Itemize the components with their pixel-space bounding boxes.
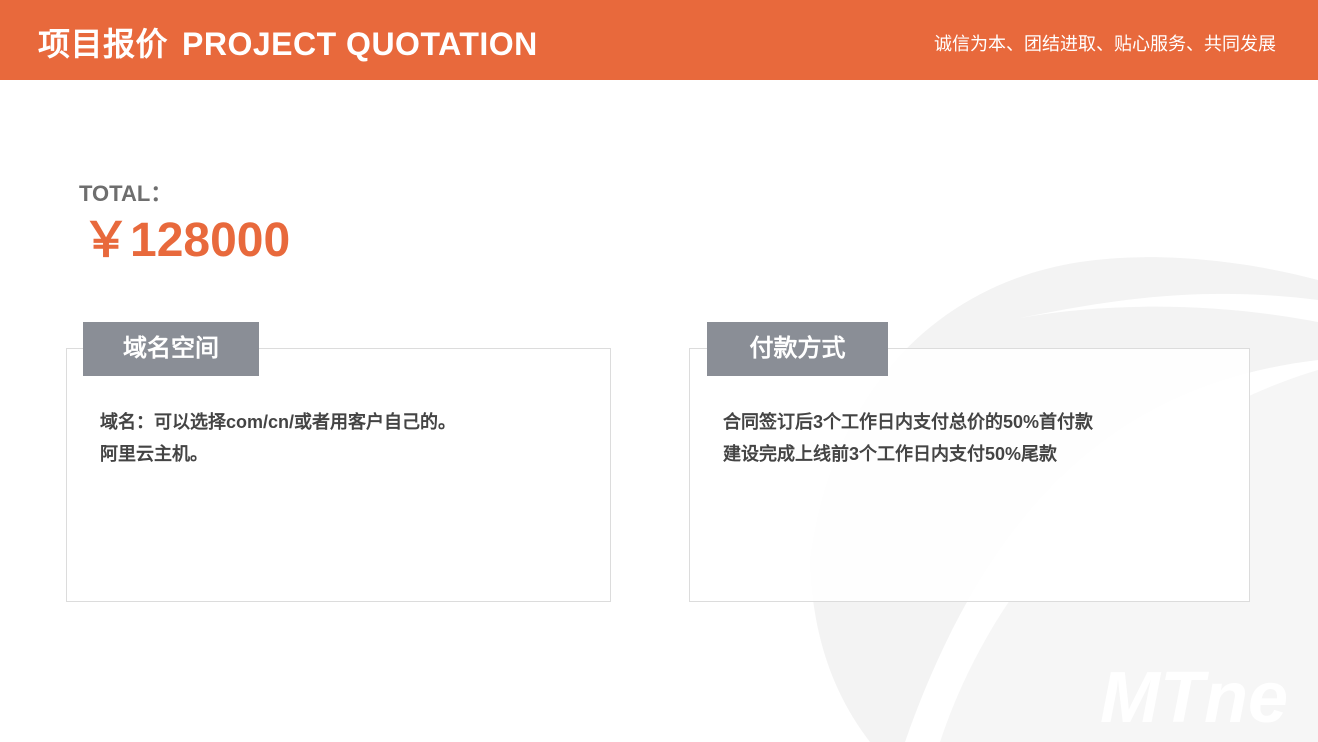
domain-card-tab: 域名空间 — [83, 322, 259, 376]
payment-card-line: 建设完成上线前3个工作日内支付50%尾款 — [723, 444, 1058, 464]
domain-card-line: 域名：可以选择com/cn/或者用客户自己的。 — [100, 412, 457, 432]
total-price: ￥128000 — [82, 214, 291, 267]
domain-card — [66, 348, 611, 602]
domain-card-content: 域名：可以选择com/cn/或者用客户自己的。 阿里云主机。 — [100, 406, 590, 470]
payment-card-content: 合同签订后3个工作日内支付总价的50%首付款 建设完成上线前3个工作日内支付50… — [723, 406, 1233, 470]
payment-card — [689, 348, 1250, 602]
domain-card-line: 阿里云主机。 — [100, 444, 208, 464]
payment-card-tab: 付款方式 — [707, 322, 888, 376]
payment-card-line: 合同签订后3个工作日内支付总价的50%首付款 — [723, 412, 1094, 432]
watermark-text: MTne — [1100, 658, 1288, 738]
